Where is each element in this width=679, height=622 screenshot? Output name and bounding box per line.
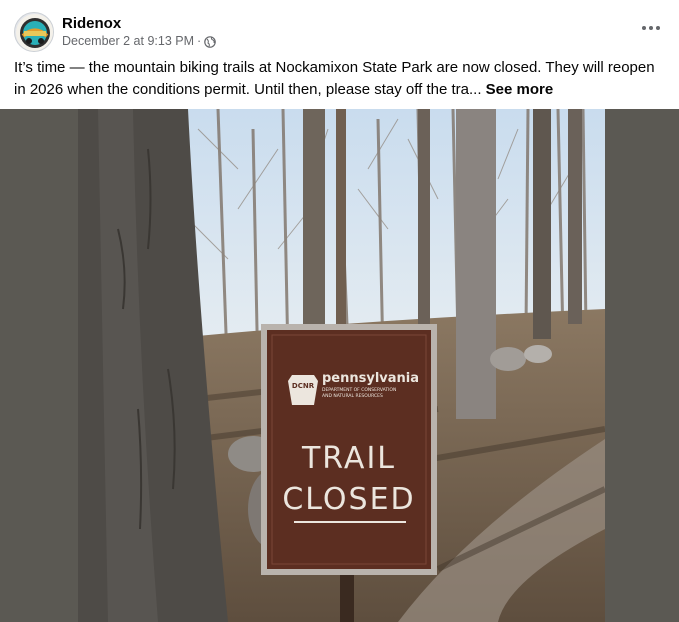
author-name[interactable]: Ridenox [62, 14, 216, 33]
ellipsis-icon [642, 26, 660, 30]
separator-dot: · [197, 34, 202, 48]
photo-container[interactable]: DCNR pennsylvania DEPARTMENT OF CONSERVA… [0, 109, 679, 622]
trail-closed-photo[interactable]: DCNR pennsylvania DEPARTMENT OF CONSERVA… [78, 109, 605, 622]
sign-underline [294, 521, 406, 523]
sign-brand: pennsylvania [322, 371, 420, 386]
globe-icon[interactable] [204, 35, 216, 48]
post-card: Ridenox December 2 at 9:13 PM · It’s tim… [0, 0, 679, 622]
avatar[interactable] [14, 12, 54, 52]
post-timestamp[interactable]: December 2 at 9:13 PM [62, 33, 194, 50]
post-header: Ridenox December 2 at 9:13 PM · [14, 10, 216, 54]
sign-dept-line1: DEPARTMENT OF CONSERVATION [322, 388, 397, 393]
avatar-logo-icon [16, 14, 53, 51]
post-meta: Ridenox December 2 at 9:13 PM · [62, 14, 216, 50]
post-caption: It’s time — the mountain biking trails a… [14, 57, 669, 101]
sign-badge: DCNR [291, 382, 315, 390]
sign-line2: CLOSED [282, 482, 416, 517]
sign: DCNR pennsylvania DEPARTMENT OF CONSERVA… [264, 327, 434, 572]
post-subline: December 2 at 9:13 PM · [62, 33, 216, 50]
sign-line1: TRAIL [301, 441, 397, 476]
see-more-link[interactable]: See more [486, 81, 554, 98]
caption-text: It’s time — the mountain biking trails a… [14, 59, 655, 98]
sign-dept-line2: AND NATURAL RESOURCES [322, 394, 383, 399]
more-options-icon[interactable] [637, 14, 665, 42]
